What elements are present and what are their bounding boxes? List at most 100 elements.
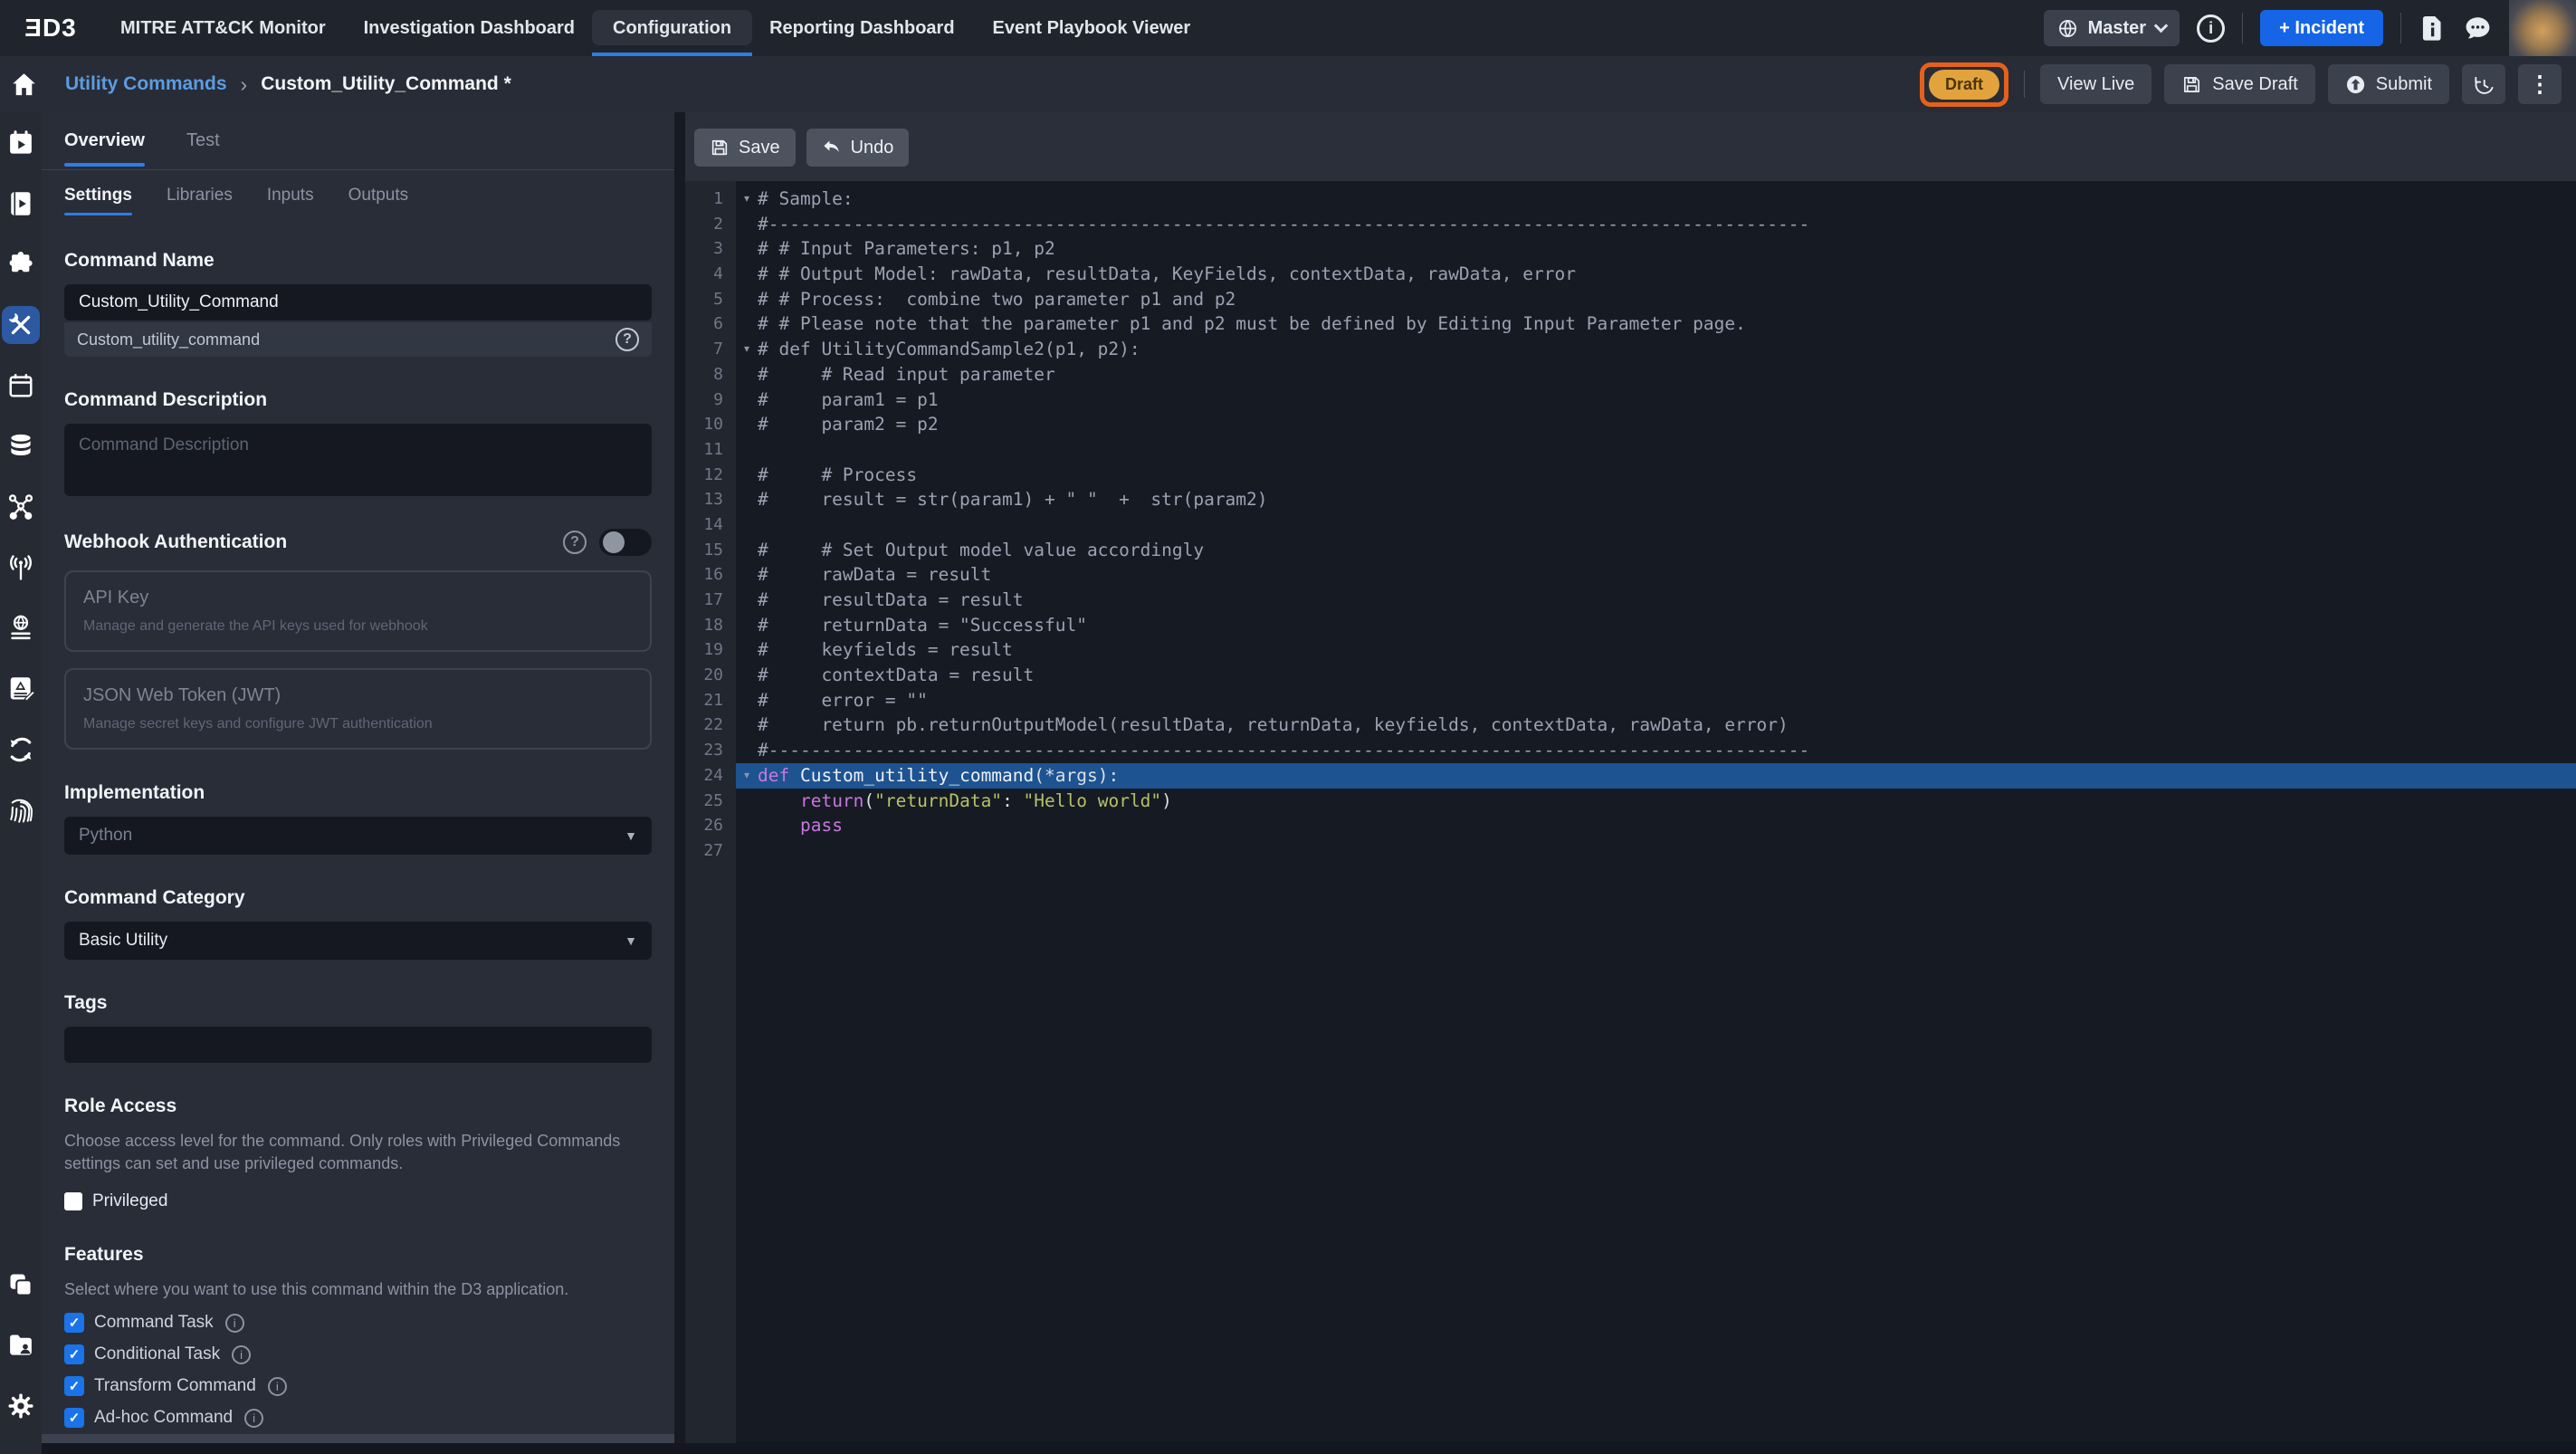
save-button[interactable]: Save (694, 129, 796, 167)
sidebar-item-calendar-play[interactable] (0, 112, 42, 173)
subtab-outputs[interactable]: Outputs (348, 170, 409, 221)
fold-caret-icon[interactable]: ▾ (736, 763, 758, 789)
sidebar-item-gear[interactable] (0, 1375, 42, 1436)
fold-caret-icon[interactable]: ▾ (736, 187, 758, 212)
code-line-22[interactable]: 22 # return pb.returnOutputModel(resultDa… (685, 713, 2576, 739)
sidebar-item-fingerprint[interactable] (0, 780, 42, 840)
sidebar-item-database[interactable] (0, 416, 42, 476)
code-line-8[interactable]: 8 # # Read input parameter (685, 361, 2576, 387)
checkbox-transform-command[interactable] (64, 1376, 84, 1396)
info-icon[interactable] (232, 1344, 252, 1364)
code-line-12[interactable]: 12 # # Process (685, 462, 2576, 488)
code-line-20[interactable]: 20 # contextData = result (685, 663, 2576, 688)
code-line-6[interactable]: 6 # # Please note that the parameter p1 a… (685, 311, 2576, 338)
sidebar-item-folder-user[interactable] (0, 1315, 42, 1375)
view-live-button[interactable]: View Live (2040, 64, 2152, 104)
info-icon[interactable] (2197, 14, 2226, 43)
sidebar-item-doc-warning[interactable] (0, 658, 42, 719)
command-description-input[interactable]: Command Description (64, 424, 652, 496)
panel-horizontal-scrollbar[interactable] (42, 1434, 674, 1443)
chat-icon[interactable] (2464, 14, 2492, 43)
d3-logo[interactable]: ƎD3 (0, 0, 101, 56)
sidebar-item-book-play[interactable] (0, 173, 42, 234)
jwt-card[interactable]: JSON Web Token (JWT) Manage secret keys … (64, 668, 652, 750)
subtab-inputs[interactable]: Inputs (267, 170, 314, 221)
command-name-input[interactable]: Custom_Utility_Command (64, 284, 652, 320)
command-category-select[interactable]: Basic Utility (64, 922, 652, 960)
status-badge: Draft (1929, 69, 2000, 100)
feature-ad-hoc-command[interactable]: Ad-hoc Command (64, 1408, 652, 1428)
tab-test[interactable]: Test (186, 112, 220, 169)
code-line-7[interactable]: 7 ▾ # def UtilityCommandSample2(p1, p2): (685, 337, 2576, 362)
code-line-5[interactable]: 5 # # Process: combine two parameter p1 a… (685, 286, 2576, 312)
code-line-11[interactable]: 11 (685, 436, 2576, 463)
code-line-3[interactable]: 3 # # Input Parameters: p1, p2 (685, 236, 2576, 263)
code-editor[interactable]: 1 ▾ # Sample: 2 #---------------------------… (685, 181, 2576, 1443)
code-line-9[interactable]: 9 # param1 = p1 (685, 387, 2576, 413)
sidebar-item-copy[interactable] (0, 1254, 42, 1315)
sidebar-item-tools[interactable] (0, 294, 42, 355)
subtab-libraries[interactable]: Libraries (167, 170, 233, 221)
save-draft-button[interactable]: Save Draft (2164, 64, 2315, 104)
code-line-16[interactable]: 16 # rawData = result (685, 562, 2576, 588)
code-line-1[interactable]: 1 ▾ # Sample: (685, 187, 2576, 212)
code-line-24[interactable]: 24 ▾ def Custom_utility_command(*args): (685, 762, 2576, 789)
line-number: 8 (685, 361, 736, 387)
checkbox-conditional-task[interactable] (64, 1344, 84, 1364)
version-history-button[interactable] (2462, 64, 2505, 104)
feature-conditional-task[interactable]: Conditional Task (64, 1344, 652, 1364)
code-line-2[interactable]: 2 #--------------------------------------… (685, 211, 2576, 237)
sidebar-item-globe-doc[interactable] (0, 598, 42, 658)
add-incident-button[interactable]: + Incident (2260, 10, 2383, 46)
nav-event-playbook-viewer[interactable]: Event Playbook Viewer (974, 0, 1210, 56)
fold-caret-icon[interactable]: ▾ (736, 337, 758, 362)
sidebar-item-sync[interactable] (0, 719, 42, 780)
nav-investigation-dashboard[interactable]: Investigation Dashboard (345, 0, 594, 56)
code-line-14[interactable]: 14 (685, 512, 2576, 538)
code-line-19[interactable]: 19 # keyfields = result (685, 637, 2576, 664)
avatar[interactable] (2509, 0, 2576, 56)
home-icon[interactable] (10, 71, 38, 99)
help-icon[interactable] (615, 328, 639, 351)
code-line-4[interactable]: 4 # # Output Model: rawData, resultData, … (685, 262, 2576, 287)
code-line-18[interactable]: 18 # returnData = "Successful" (685, 612, 2576, 638)
release-notes-icon[interactable] (2419, 14, 2447, 43)
undo-button[interactable]: Undo (806, 129, 910, 167)
environment-selector[interactable]: Master (2043, 10, 2180, 46)
submit-button[interactable]: Submit (2327, 64, 2449, 104)
code-line-27[interactable]: 27 (685, 837, 2576, 864)
checkbox-ad-hoc-command[interactable] (64, 1408, 84, 1428)
api-key-card[interactable]: API Key Manage and generate the API keys… (64, 570, 652, 652)
code-line-26[interactable]: 26 pass (685, 813, 2576, 838)
checkbox-command-task[interactable] (64, 1313, 84, 1333)
feature-transform-command[interactable]: Transform Command (64, 1376, 652, 1396)
sidebar-item-network[interactable] (0, 476, 42, 537)
feature-command-task[interactable]: Command Task (64, 1313, 652, 1333)
code-line-25[interactable]: 25 return("returnData": "Hello world") (685, 788, 2576, 814)
info-icon[interactable] (244, 1408, 264, 1428)
breadcrumb-parent-link[interactable]: Utility Commands (65, 73, 227, 95)
info-icon[interactable] (224, 1313, 244, 1333)
more-options-button[interactable] (2518, 64, 2562, 104)
code-line-17[interactable]: 17 # resultData = result (685, 588, 2576, 613)
sidebar-item-calendar[interactable] (0, 355, 42, 416)
tags-input[interactable] (64, 1027, 652, 1063)
code-line-15[interactable]: 15 # # Set Output model value accordingly (685, 537, 2576, 563)
nav-reporting-dashboard[interactable]: Reporting Dashboard (750, 0, 973, 56)
nav-configuration[interactable]: Configuration (591, 0, 753, 56)
code-line-13[interactable]: 13 # result = str(param1) + " " + str(par… (685, 487, 2576, 512)
code-line-23[interactable]: 23 #-------------------------------------… (685, 738, 2576, 763)
webhook-auth-toggle[interactable] (599, 529, 652, 556)
privileged-checkbox[interactable] (64, 1192, 82, 1210)
nav-mitre-att-ck-monitor[interactable]: MITRE ATT&CK Monitor (101, 0, 345, 56)
sidebar-item-antenna[interactable] (0, 537, 42, 598)
info-icon[interactable] (267, 1376, 287, 1396)
privileged-checkbox-row[interactable]: Privileged (64, 1191, 652, 1211)
implementation-select[interactable]: Python (64, 817, 652, 855)
help-icon[interactable] (563, 531, 587, 554)
sidebar-item-puzzle[interactable] (0, 234, 42, 294)
subtab-settings[interactable]: Settings (64, 170, 132, 221)
code-line-10[interactable]: 10 # param2 = p2 (685, 412, 2576, 437)
tab-overview[interactable]: Overview (64, 112, 145, 169)
code-line-21[interactable]: 21 # error = "" (685, 687, 2576, 713)
